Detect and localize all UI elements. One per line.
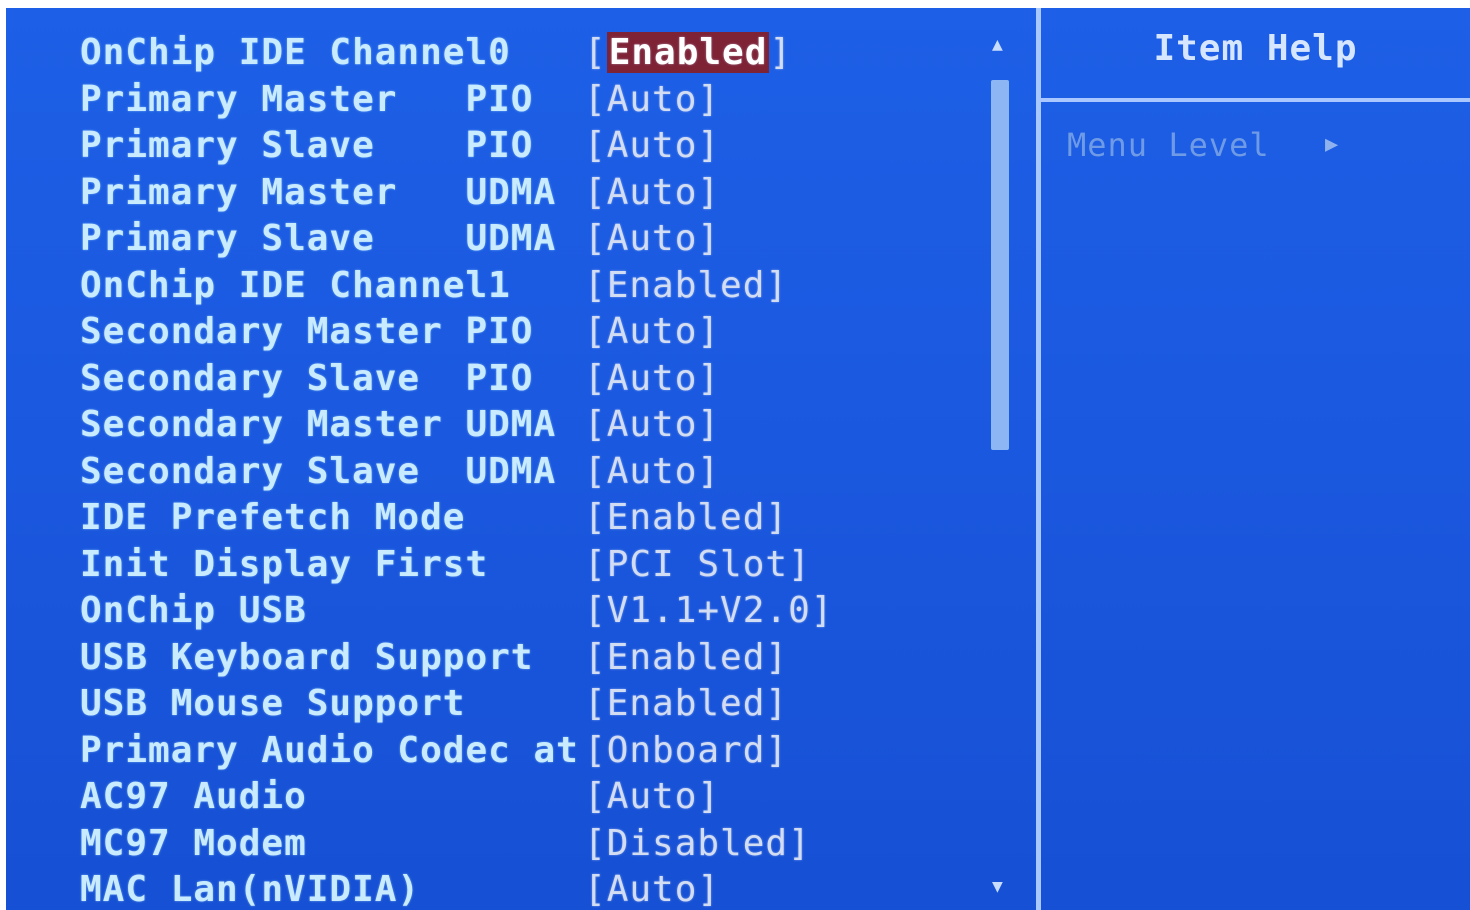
setting-label: Secondary Slave UDMA bbox=[80, 451, 557, 492]
setting-value[interactable]: [Auto] bbox=[584, 309, 720, 355]
setting-row[interactable]: Init Display First [PCI Slot] bbox=[6, 542, 996, 588]
scroll-thumb[interactable] bbox=[991, 80, 1009, 450]
setting-value[interactable]: [Auto] bbox=[584, 170, 720, 216]
setting-label: MC97 Modem bbox=[80, 823, 307, 864]
setting-label: OnChip IDE Channel0 bbox=[80, 32, 511, 73]
setting-row[interactable]: Primary Master UDMA [Auto] bbox=[6, 170, 996, 216]
setting-label: USB Keyboard Support bbox=[80, 637, 534, 678]
setting-value[interactable]: [Auto] bbox=[584, 402, 720, 448]
setting-row[interactable]: OnChip USB [V1.1+V2.0] bbox=[6, 588, 996, 634]
setting-value[interactable]: [Auto] bbox=[584, 77, 720, 123]
setting-label: OnChip USB bbox=[80, 590, 307, 631]
menu-level-label: Menu Level bbox=[1067, 126, 1270, 164]
scroll-down-arrow-icon[interactable]: ▼ bbox=[992, 878, 1003, 896]
setting-label: Init Display First bbox=[80, 544, 489, 585]
item-help-title: Item Help bbox=[1153, 28, 1358, 69]
setting-value[interactable]: [Auto] bbox=[584, 867, 720, 910]
setting-value[interactable]: [Enabled] bbox=[584, 30, 792, 76]
setting-label: IDE Prefetch Mode bbox=[80, 497, 466, 538]
setting-label: AC97 Audio bbox=[80, 776, 307, 817]
setting-label: MAC Lan(nVIDIA) bbox=[80, 869, 421, 910]
help-divider bbox=[1041, 98, 1470, 102]
setting-row[interactable]: Primary Slave PIO [Auto] bbox=[6, 123, 996, 169]
scroll-up-arrow-icon[interactable]: ▲ bbox=[992, 36, 1003, 54]
setting-row[interactable]: Secondary Master UDMA [Auto] bbox=[6, 402, 996, 448]
setting-label: Primary Master UDMA bbox=[80, 172, 557, 213]
setting-value[interactable]: [Enabled] bbox=[584, 263, 788, 309]
setting-label: Primary Slave PIO bbox=[80, 125, 534, 166]
setting-value[interactable]: [Disabled] bbox=[584, 821, 811, 867]
setting-value[interactable]: [Enabled] bbox=[584, 681, 788, 727]
setting-row[interactable]: Primary Slave UDMA [Auto] bbox=[6, 216, 996, 262]
setting-row[interactable]: Secondary Slave UDMA [Auto] bbox=[6, 449, 996, 495]
setting-label: Secondary Master PIO bbox=[80, 311, 534, 352]
setting-value[interactable]: [V1.1+V2.0] bbox=[584, 588, 833, 634]
setting-row[interactable]: Primary Master PIO [Auto] bbox=[6, 77, 996, 123]
setting-value[interactable]: [Auto] bbox=[584, 449, 720, 495]
setting-row[interactable]: MC97 Modem [Disabled] bbox=[6, 821, 996, 867]
selected-value[interactable]: Enabled bbox=[606, 32, 770, 73]
setting-row[interactable]: OnChip IDE Channel0 [Enabled] bbox=[6, 30, 996, 76]
setting-value[interactable]: [Auto] bbox=[584, 123, 720, 169]
setting-row[interactable]: MAC Lan(nVIDIA) [Auto] bbox=[6, 867, 996, 910]
menu-level-arrow-icon: ▶ bbox=[1325, 132, 1339, 157]
setting-row[interactable]: AC97 Audio [Auto] bbox=[6, 774, 996, 820]
setting-label: Secondary Master UDMA bbox=[80, 404, 557, 445]
setting-row[interactable]: IDE Prefetch Mode [Enabled] bbox=[6, 495, 996, 541]
setting-row[interactable]: USB Keyboard Support [Enabled] bbox=[6, 635, 996, 681]
bios-screen: OnChip IDE Channel0 [Enabled] Primary Ma… bbox=[6, 8, 1470, 910]
setting-value[interactable]: [Auto] bbox=[584, 356, 720, 402]
setting-value[interactable]: [Onboard] bbox=[584, 728, 788, 774]
item-help-panel: Item Help Menu Level ▶ bbox=[1041, 8, 1470, 910]
settings-list: OnChip IDE Channel0 [Enabled] Primary Ma… bbox=[6, 8, 1036, 910]
setting-value[interactable]: [PCI Slot] bbox=[584, 542, 811, 588]
setting-label: Secondary Slave PIO bbox=[80, 358, 534, 399]
setting-value[interactable]: [Auto] bbox=[584, 774, 720, 820]
setting-label: OnChip IDE Channel1 bbox=[80, 265, 511, 306]
scrollbar[interactable]: ▲ ▼ bbox=[988, 36, 1012, 896]
setting-label: Primary Slave UDMA bbox=[80, 218, 557, 259]
setting-label: Primary Audio Codec at bbox=[80, 730, 579, 771]
setting-label: USB Mouse Support bbox=[80, 683, 466, 724]
setting-row[interactable]: Secondary Slave PIO [Auto] bbox=[6, 356, 996, 402]
setting-row[interactable]: OnChip IDE Channel1 [Enabled] bbox=[6, 263, 996, 309]
setting-label: Primary Master PIO bbox=[80, 79, 534, 120]
setting-row[interactable]: USB Mouse Support [Enabled] bbox=[6, 681, 996, 727]
setting-row[interactable]: Secondary Master PIO [Auto] bbox=[6, 309, 996, 355]
setting-row[interactable]: Primary Audio Codec at [Onboard] bbox=[6, 728, 996, 774]
setting-value[interactable]: [Enabled] bbox=[584, 495, 788, 541]
setting-value[interactable]: [Auto] bbox=[584, 216, 720, 262]
setting-value[interactable]: [Enabled] bbox=[584, 635, 788, 681]
